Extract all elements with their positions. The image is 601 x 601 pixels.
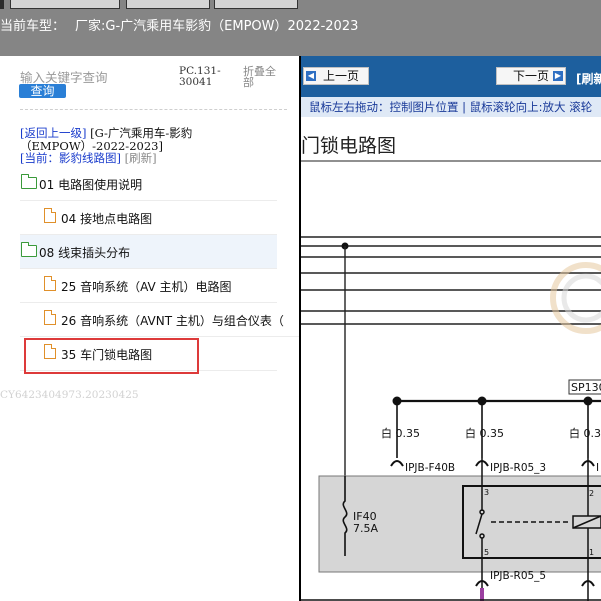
tree-item-label: 01 电路图使用说明: [39, 178, 143, 192]
tab-edge: [0, 0, 4, 9]
tree-item-label: 26 音响系统（AVNT 主机）与组合仪表（: [61, 314, 284, 328]
current-location: [当前：影豹线路图]: [20, 151, 121, 165]
fuse-rating: 7.5A: [353, 522, 378, 535]
watermark: CY6423404973.20230425: [0, 389, 139, 401]
top-tab-strip: [0, 0, 300, 9]
wire-spec-2: 白 0.35: [465, 426, 504, 440]
tree-item-file-26[interactable]: 26 音响系统（AVNT 主机）与组合仪表（: [20, 303, 299, 337]
breadcrumb: [返回上一级] [G-广汽乘用车-影豹（EMPOW）-2022-2023] [当…: [20, 127, 290, 165]
pin-number: 2: [589, 489, 594, 498]
file-icon: [44, 208, 56, 223]
wire-spec-1: 白 0.35: [381, 426, 420, 440]
svg-text:IPJB-F40B: IPJB-F40B: [405, 462, 455, 474]
left-panel: 输入关键字查询 查询 PC.131-30041 折叠全部 [返回上一级] [G-…: [0, 56, 299, 601]
wire-specs: 白 0.35 白 0.35 白 0.35: [381, 426, 601, 440]
top-header: 当前车型： 厂家:G-广汽乘用车影豹（EMPOW）2022-2023: [0, 0, 601, 56]
fold-all-button[interactable]: 折叠全部: [243, 66, 285, 88]
folder-icon: [21, 242, 37, 257]
car-type-value: 厂家:G-广汽乘用车影豹（EMPOW）2022-2023: [75, 19, 359, 34]
file-icon: [44, 276, 56, 291]
tree-item-folder-08[interactable]: 08 线束插头分布: [20, 235, 277, 269]
selection-highlight-box: [24, 338, 199, 374]
current-car-type: 当前车型： 厂家:G-广汽乘用车影豹（EMPOW）2022-2023: [0, 15, 358, 34]
top-tab-1[interactable]: [10, 0, 120, 9]
car-type-label: 当前车型：: [0, 19, 66, 34]
tree-item-file-25[interactable]: 25 音响系统（AV 主机）电路图: [20, 269, 277, 303]
diagram-viewer: ◀ 上一页 下一页 ▶ [刷新 鼠标左右拖动：控制图片位置 | 鼠标滚轮向上:放…: [301, 56, 601, 601]
pin-number: 3: [484, 488, 489, 497]
svg-text:IPJB-R05_3: IPJB-R05_3: [490, 462, 546, 474]
wire-spec-3: 白 0.35: [569, 426, 601, 440]
query-button[interactable]: 查询: [19, 84, 66, 98]
tree-item-label: 04 接地点电路图: [61, 212, 153, 226]
splice-label: SP130: [571, 381, 601, 394]
svg-text:I: I: [596, 462, 599, 474]
file-icon: [44, 310, 56, 325]
bottom-connector-label: IPJB-R05_5: [490, 570, 546, 582]
logo-watermark: [550, 262, 601, 334]
tree-item-label: 08 线束插头分布: [39, 246, 131, 260]
tree-item-folder-01[interactable]: 01 电路图使用说明: [20, 167, 277, 201]
pin-number: 5: [484, 548, 489, 557]
top-tab-3[interactable]: [214, 0, 298, 9]
top-tab-2[interactable]: [126, 0, 210, 9]
tree-item-label: 25 音响系统（AV 主机）电路图: [61, 280, 232, 294]
pin-number: 1: [589, 548, 594, 557]
circuit-diagram[interactable]: SP130 白 0.35 白 0.35 白 0.35 IPJB-F40B IPJ…: [301, 56, 601, 601]
connector-labels: IPJB-F40B IPJB-R05_3 I: [405, 462, 599, 474]
tree-item-file-04[interactable]: 04 接地点电路图: [20, 201, 277, 235]
folder-icon: [21, 174, 37, 189]
pc-code: PC.131-30041: [179, 65, 221, 88]
refresh-link[interactable]: [刷新]: [125, 151, 157, 165]
divider: [20, 109, 287, 110]
